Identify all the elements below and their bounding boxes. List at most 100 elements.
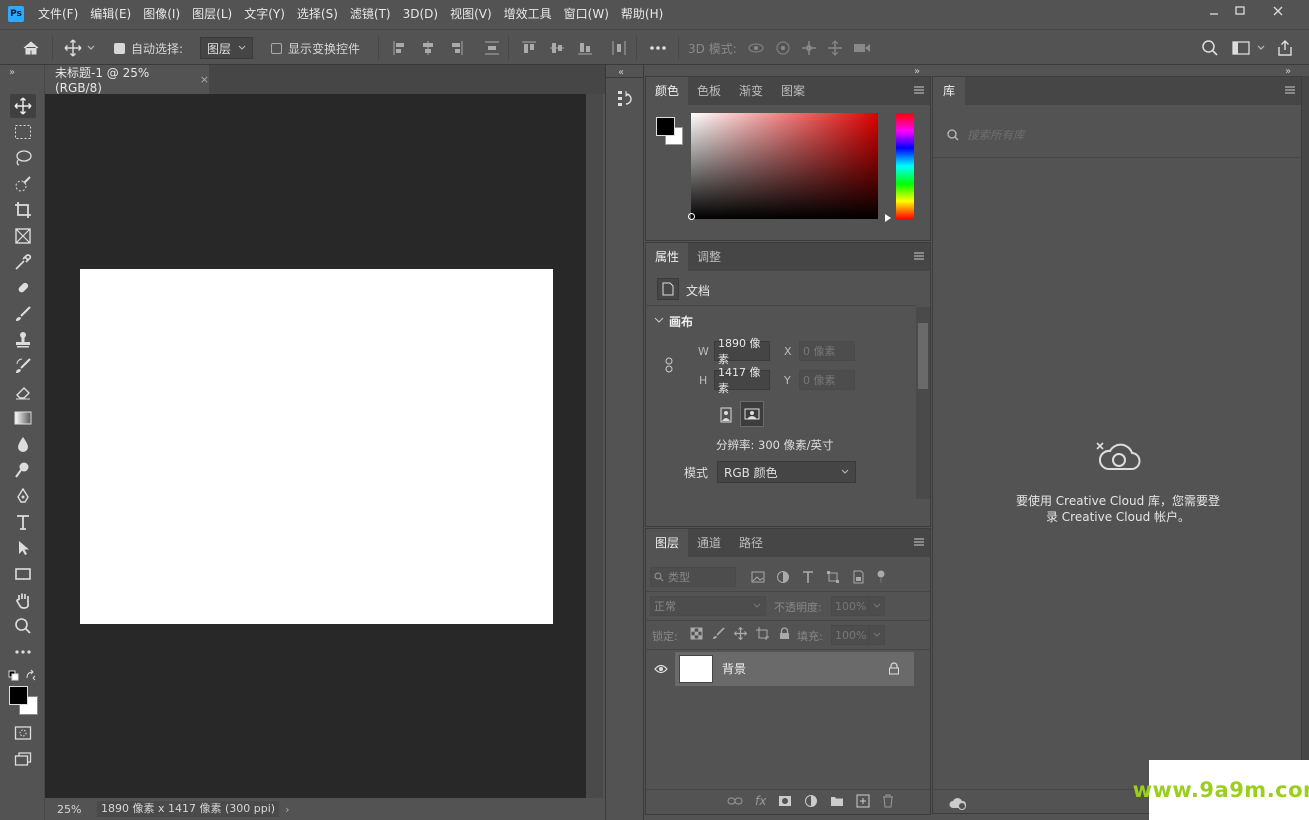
link-icon[interactable] (664, 357, 674, 373)
search-button[interactable] (1201, 30, 1219, 66)
auto-select-checkbox[interactable] (114, 42, 125, 54)
type-tool[interactable] (10, 510, 36, 534)
menu-item[interactable]: 文字(Y) (238, 0, 291, 29)
distribute-horizontal-icon[interactable] (611, 40, 627, 56)
lock-pixels-icon[interactable] (712, 627, 725, 640)
close-tab-icon[interactable]: × (200, 73, 209, 86)
menu-item[interactable]: 图像(I) (137, 0, 186, 29)
eraser-tool[interactable] (10, 380, 36, 404)
tab-swatches[interactable]: 色板 (688, 77, 730, 105)
layer-name[interactable]: 背景 (722, 660, 746, 677)
more-options-button[interactable] (649, 30, 667, 66)
foreground-color-swatch[interactable] (9, 686, 28, 705)
tab-color[interactable]: 颜色 (646, 77, 689, 105)
healing-brush-tool[interactable] (10, 276, 36, 300)
tab-libraries[interactable]: 库 (933, 77, 966, 105)
zoom-tool[interactable] (10, 614, 36, 638)
maximize-button[interactable] (1224, 0, 1256, 22)
menu-item[interactable]: 帮助(H) (615, 0, 669, 29)
pan-3d-icon[interactable] (801, 40, 817, 56)
align-hcenter-icon[interactable] (420, 40, 436, 56)
hue-slider-handle[interactable] (884, 214, 892, 222)
hand-tool[interactable] (10, 588, 36, 612)
fill-input[interactable]: 100% (831, 625, 869, 645)
path-selection-tool[interactable] (10, 536, 36, 560)
menu-item[interactable]: 3D(D) (397, 0, 444, 29)
marquee-tool[interactable] (10, 120, 36, 144)
x-input[interactable]: 0 像素 (799, 341, 855, 361)
shape-filter-icon[interactable] (826, 570, 840, 584)
auto-select-target-dropdown[interactable]: 图层 (200, 37, 253, 59)
tab-channels[interactable]: 通道 (688, 529, 730, 557)
menu-item[interactable]: 图层(L) (186, 0, 238, 29)
color-mode-dropdown[interactable]: RGB 颜色 (717, 461, 856, 483)
add-mask-icon[interactable] (778, 795, 792, 807)
roll-3d-icon[interactable] (775, 40, 791, 56)
properties-scrollbar[interactable] (916, 307, 930, 499)
fx-icon[interactable]: fx (755, 794, 766, 808)
show-transform-checkbox[interactable] (271, 42, 282, 54)
hue-slider[interactable] (896, 113, 914, 219)
align-vcenter-icon[interactable] (549, 40, 565, 56)
lock-transparency-icon[interactable] (690, 627, 703, 640)
color-picker-cursor[interactable] (688, 213, 695, 220)
quick-mask-button[interactable] (10, 721, 36, 745)
lock-artboard-icon[interactable] (756, 627, 769, 640)
color-fg-swatch[interactable] (656, 117, 675, 136)
swap-colors-icon[interactable] (25, 669, 37, 681)
opacity-dropdown[interactable] (869, 596, 885, 616)
align-right-icon[interactable] (448, 40, 464, 56)
move-tool[interactable] (10, 94, 36, 118)
quick-selection-tool[interactable] (10, 172, 36, 196)
opacity-input[interactable]: 100% (831, 596, 869, 616)
smart-object-filter-icon[interactable] (851, 570, 865, 584)
library-search-field[interactable]: 搜索所有库 (939, 119, 1295, 151)
distribute-vertical-icon[interactable] (484, 40, 500, 56)
document-canvas[interactable] (80, 269, 553, 624)
pen-tool[interactable] (10, 484, 36, 508)
crop-tool[interactable] (10, 198, 36, 222)
new-layer-icon[interactable] (856, 794, 870, 808)
frame-tool[interactable] (10, 224, 36, 248)
layer-visibility-toggle[interactable] (646, 652, 675, 686)
link-layers-icon[interactable] (727, 795, 743, 807)
tab-paths[interactable]: 路径 (730, 529, 772, 557)
eyedropper-tool[interactable] (10, 250, 36, 274)
rectangle-tool[interactable] (10, 562, 36, 586)
menu-item[interactable]: 文件(F) (32, 0, 84, 29)
landscape-orientation-button[interactable] (740, 401, 764, 427)
lock-all-icon[interactable] (778, 627, 791, 640)
menu-item[interactable]: 增效工具 (498, 0, 558, 29)
blur-tool[interactable] (10, 432, 36, 456)
tab-gradients[interactable]: 渐变 (730, 77, 772, 105)
menu-item[interactable]: 编辑(E) (84, 0, 137, 29)
adjustment-filter-icon[interactable] (776, 570, 790, 584)
collapse-toolbar-icon[interactable]: » (9, 67, 15, 78)
screen-mode-button[interactable] (10, 747, 36, 771)
tab-patterns[interactable]: 图案 (772, 77, 814, 105)
height-input[interactable]: 1417 像素 (714, 366, 770, 395)
width-input[interactable]: 1890 像素 (714, 337, 770, 366)
pixel-filter-icon[interactable] (751, 570, 765, 584)
panel-menu-icon[interactable] (914, 537, 924, 547)
menu-item[interactable]: 选择(S) (291, 0, 344, 29)
layer-row[interactable]: 背景 (646, 652, 914, 686)
history-panel-button[interactable] (617, 89, 635, 109)
edit-toolbar-button[interactable] (10, 640, 36, 664)
chevron-down-icon[interactable] (654, 315, 664, 325)
gradient-tool[interactable] (10, 406, 36, 430)
zoom-level[interactable]: 25% (45, 803, 93, 816)
layer-filter-dropdown[interactable]: 类型 (650, 567, 736, 587)
adjustment-layer-icon[interactable] (804, 794, 818, 808)
panel-menu-icon[interactable] (1285, 85, 1295, 95)
tab-properties[interactable]: 属性 (646, 243, 689, 271)
type-filter-icon[interactable] (801, 570, 815, 584)
move-tool-preset-button[interactable] (64, 30, 96, 66)
lock-position-icon[interactable] (734, 627, 747, 640)
vertical-scrollbar[interactable] (586, 94, 603, 798)
document-info[interactable]: 1890 像素 x 1417 像素 (300 ppi) (97, 801, 280, 817)
tab-adjustments[interactable]: 调整 (688, 243, 730, 271)
align-bottom-icon[interactable] (577, 40, 593, 56)
chevron-right-icon[interactable]: › (285, 803, 289, 816)
menu-item[interactable]: 视图(V) (444, 0, 498, 29)
